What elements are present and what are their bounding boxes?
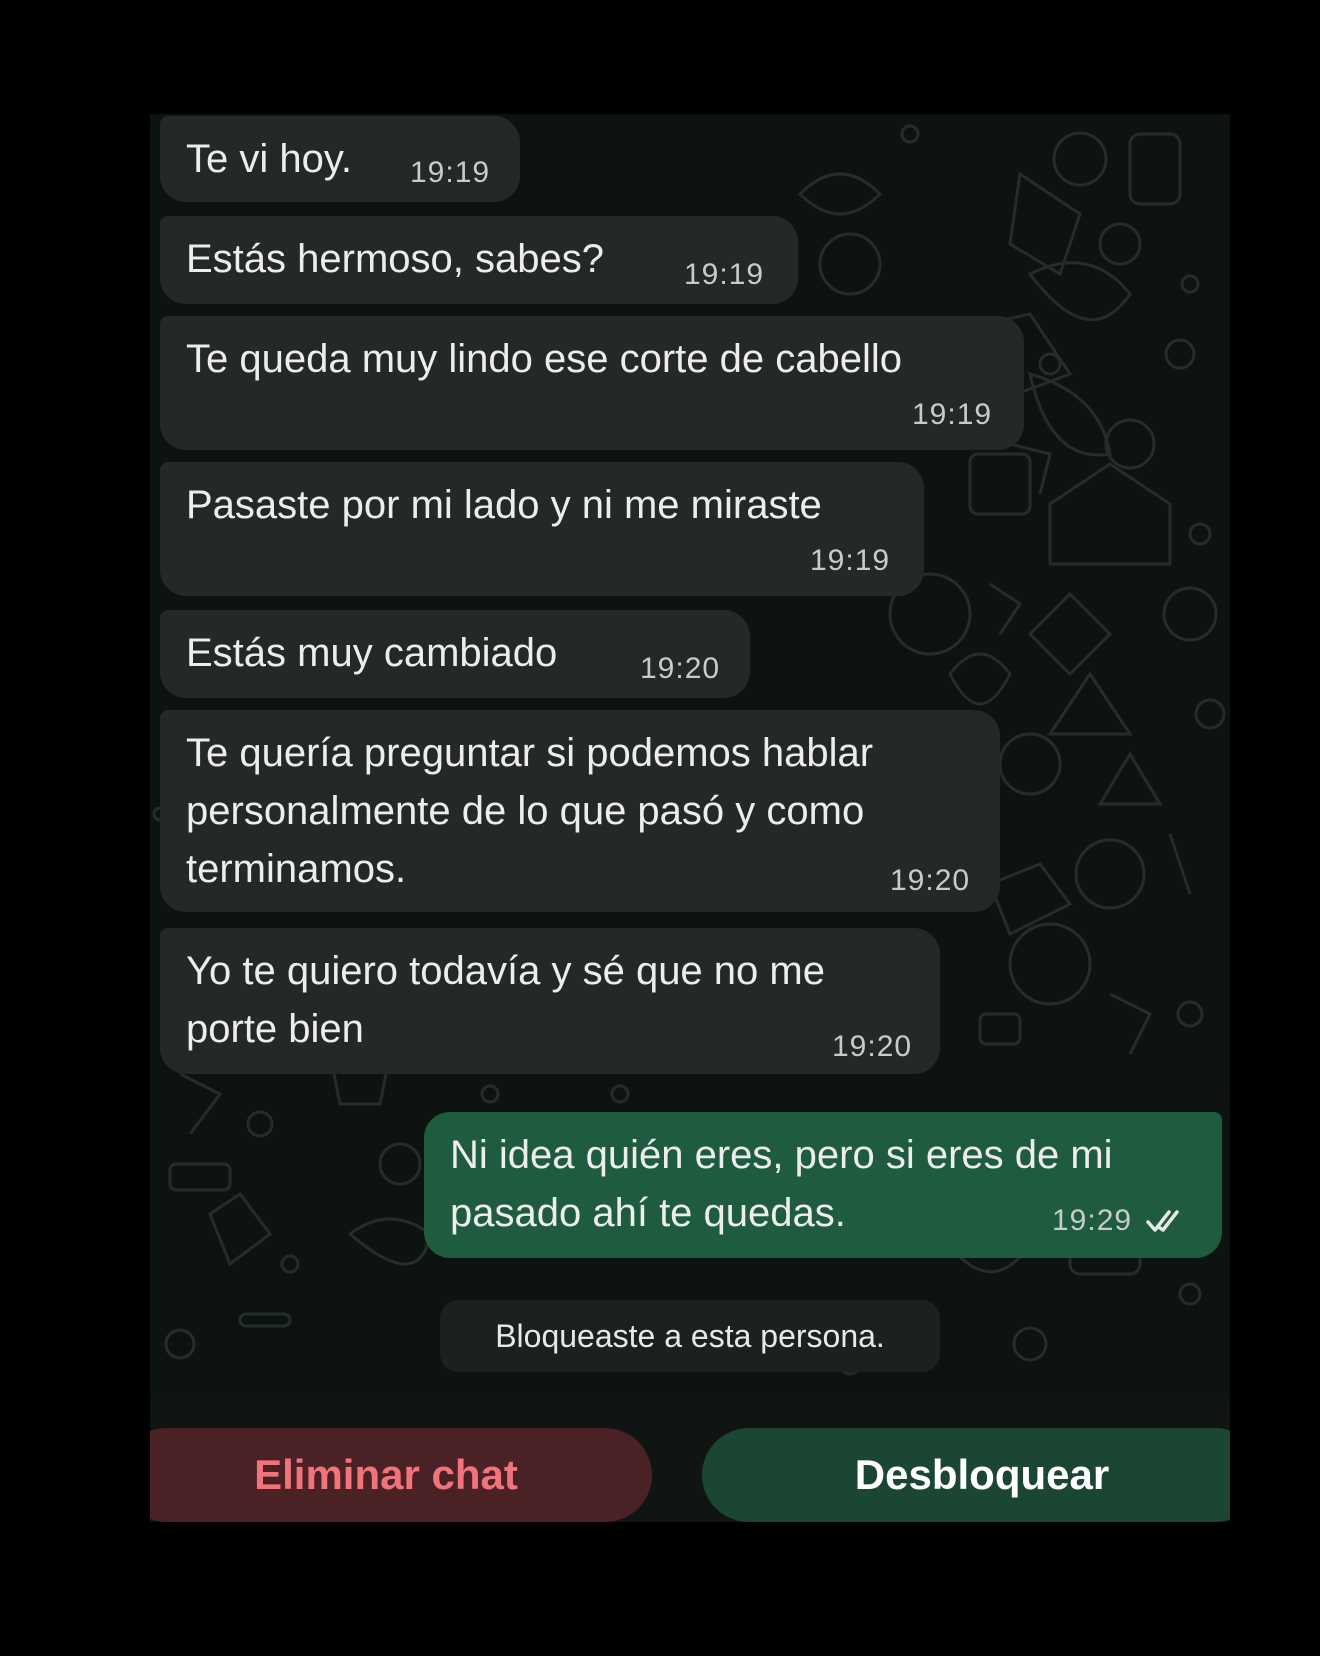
message-bubble-outgoing[interactable]: Ni idea quién eres, pero si eres de mi p…	[424, 1112, 1222, 1258]
message-bubble[interactable]: Te vi hoy. 19:19	[160, 116, 520, 202]
message-text: Yo te quiero todavía y sé que no me port…	[186, 949, 825, 1051]
message-bubble[interactable]: Estás hermoso, sabes? 19:19	[160, 216, 798, 304]
message-list[interactable]: Te vi hoy. 19:19 Estás hermoso, sabes? 1…	[150, 114, 1230, 1394]
message-text: Ni idea quién eres, pero si eres de mi p…	[450, 1133, 1113, 1235]
message-bubble[interactable]: Yo te quiero todavía y sé que no me port…	[160, 928, 940, 1074]
message-time: 19:20	[832, 1030, 913, 1063]
message-time: 19:29	[1052, 1204, 1133, 1237]
message-time: 19:20	[640, 652, 721, 685]
message-time: 19:19	[684, 258, 765, 291]
read-ticks-icon	[1146, 1210, 1179, 1232]
message-text: Te queda muy lindo ese corte de cabello	[186, 337, 903, 381]
blocked-notice: Bloqueaste a esta persona.	[440, 1300, 940, 1372]
message-text: Estás hermoso, sabes?	[186, 237, 604, 281]
message-time: 19:19	[410, 156, 491, 189]
message-text: Te vi hoy.	[186, 137, 352, 181]
message-bubble[interactable]: Pasaste por mi lado y ni me miraste 19:1…	[160, 462, 924, 596]
message-time: 19:19	[912, 398, 993, 431]
message-text: Estás muy cambiado	[186, 631, 558, 675]
message-bubble[interactable]: Te queda muy lindo ese corte de cabello …	[160, 316, 1024, 450]
delete-chat-button[interactable]: Eliminar chat	[150, 1428, 652, 1522]
message-bubble[interactable]: Estás muy cambiado 19:20	[160, 610, 750, 698]
message-text: Pasaste por mi lado y ni me miraste	[186, 483, 822, 527]
message-time: 19:19	[810, 544, 891, 577]
blocked-actions-bar: Eliminar chat Desbloquear	[150, 1394, 1230, 1522]
chat-screen: Te vi hoy. 19:19 Estás hermoso, sabes? 1…	[150, 114, 1230, 1522]
message-bubble[interactable]: Te quería preguntar si podemos hablar pe…	[160, 710, 1000, 912]
unblock-button[interactable]: Desbloquear	[702, 1428, 1230, 1522]
message-time: 19:20	[890, 864, 971, 897]
message-text: Te quería preguntar si podemos hablar pe…	[186, 731, 874, 891]
